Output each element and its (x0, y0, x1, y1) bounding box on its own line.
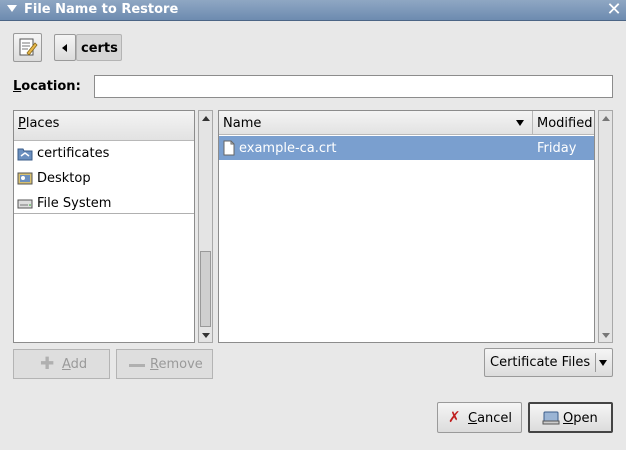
place-item-label: certificates (37, 146, 110, 161)
remove-button[interactable]: Remove (116, 349, 213, 379)
scroll-up-arrow[interactable] (202, 116, 210, 121)
dropdown-separator (595, 353, 596, 372)
window-menu-icon[interactable] (7, 5, 17, 12)
files-panel: Name Modified example-ca.crt Friday (218, 110, 595, 343)
file-modified: Friday (537, 141, 577, 156)
path-segment-label: certs (81, 41, 118, 56)
places-separator (14, 213, 194, 214)
scroll-up-arrow[interactable] (602, 116, 610, 121)
scrollbar-thumb[interactable] (200, 251, 211, 327)
add-icon: ✚ (40, 354, 55, 374)
cancel-icon: ✗ (448, 408, 461, 426)
chevron-left-icon (62, 44, 67, 52)
file-icon (222, 140, 238, 156)
path-back-button[interactable] (54, 34, 76, 61)
place-item-label: Desktop (37, 171, 91, 186)
places-header[interactable]: Places (14, 111, 194, 141)
places-scrollbar[interactable] (198, 110, 213, 343)
open-button[interactable]: Open (528, 402, 613, 433)
edit-icon (19, 38, 38, 56)
window-title: File Name to Restore (24, 2, 179, 17)
file-row[interactable]: example-ca.crt Friday (219, 136, 594, 160)
place-item-desktop[interactable]: Desktop (14, 166, 194, 191)
file-name: example-ca.crt (239, 141, 337, 156)
files-scrollbar[interactable] (598, 110, 613, 343)
file-filter-dropdown[interactable]: Certificate Files (484, 348, 613, 377)
folder-icon (17, 146, 33, 161)
modified-column-header[interactable]: Modified (533, 111, 594, 135)
close-icon[interactable]: ✕ (604, 0, 624, 20)
name-column-header[interactable]: Name (219, 111, 533, 135)
path-segment-button[interactable]: certs (76, 34, 122, 61)
places-panel: Places certificates Desktop File System (13, 110, 195, 343)
desktop-icon (17, 171, 33, 186)
cancel-button[interactable]: ✗ Cancel (437, 402, 522, 433)
location-label: Location: (13, 79, 81, 94)
type-location-button[interactable] (13, 33, 42, 62)
location-input[interactable] (94, 75, 613, 98)
filter-selected-label: Certificate Files (490, 355, 591, 370)
scroll-down-arrow[interactable] (202, 333, 210, 338)
scroll-down-arrow[interactable] (602, 333, 610, 338)
harddisk-icon (17, 196, 33, 211)
remove-icon (129, 364, 145, 367)
sort-arrow-icon (516, 120, 524, 126)
place-item-label: File System (37, 196, 112, 211)
open-icon (542, 410, 560, 430)
place-item-certificates[interactable]: certificates (14, 141, 194, 166)
chevron-down-icon (599, 360, 607, 366)
add-button[interactable]: ✚ Add (13, 349, 110, 379)
